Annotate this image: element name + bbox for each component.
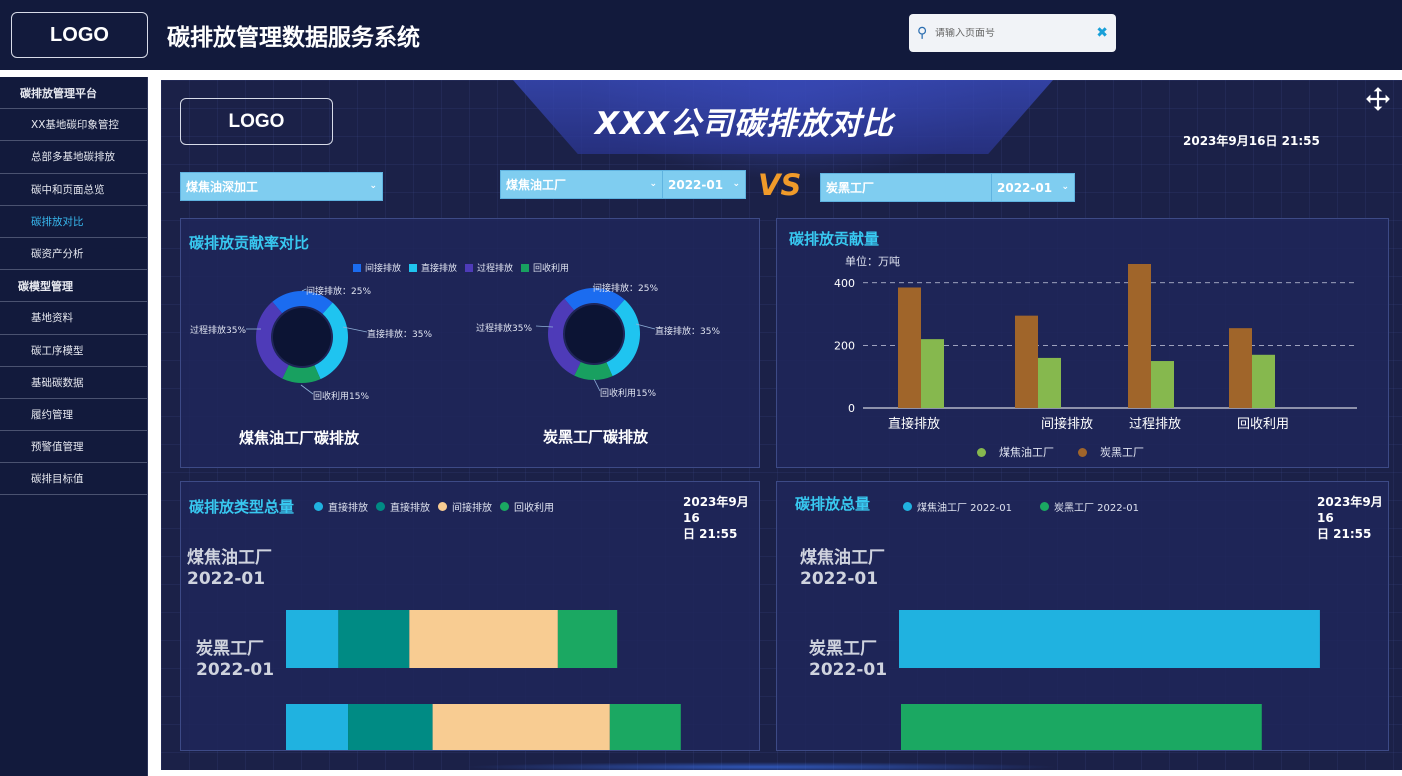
- bar: [1252, 354, 1275, 408]
- donut-hole: [273, 308, 331, 366]
- bar-segment: [557, 610, 618, 668]
- sidebar-item-emission-compare[interactable]: 碳排放对比: [0, 206, 147, 238]
- bar: [1128, 264, 1151, 408]
- bar-segment: [609, 704, 681, 750]
- bar: [1229, 328, 1252, 408]
- x-tick-label: 间接排放: [1041, 416, 1093, 432]
- chevron-down-icon: ⌄: [649, 179, 657, 189]
- sidebar-item-base-control[interactable]: XX基地碳印象管控: [0, 109, 147, 142]
- sidebar-item-compliance[interactable]: 履约管理: [0, 399, 147, 432]
- donut-left-title: 煤焦油工厂碳排放: [239, 429, 360, 447]
- bar-segment: [348, 704, 433, 750]
- contribution-rate-panel: 碳排放贡献率对比 间接排放 直接排放 过程排放 回收利用 间接排放：25% 直接…: [180, 218, 760, 468]
- total-bar-chart: 02004006008001000: [899, 610, 1320, 750]
- donut-left-label-direct: 直接排放：35%: [367, 330, 433, 340]
- y-tick-label: 200: [834, 339, 855, 352]
- process-select[interactable]: 煤焦油深加工 ⌄: [180, 172, 383, 201]
- sidebar-group-model-mgmt[interactable]: 碳模型管理: [0, 270, 147, 303]
- type-total-panel: 碳排放类型总量 直接排放 直接排放 间接排放 回收利用 2023年9月16 日 …: [180, 481, 760, 751]
- sidebar-item-asset-analysis[interactable]: 碳资产分析: [0, 238, 147, 271]
- leader-line: [300, 384, 314, 395]
- bar: [901, 704, 1262, 750]
- bar-segment: [338, 610, 410, 668]
- legend-swatch: [1078, 447, 1087, 457]
- total-panel: 碳排放总量 煤焦油工厂 2022-01 炭黑工厂 2022-01 2023年9月…: [776, 481, 1389, 751]
- right-plant-select[interactable]: 炭黑工厂: [820, 173, 992, 202]
- x-tick-label: 回收利用: [1237, 417, 1289, 432]
- process-select-value: 煤焦油深加工: [186, 180, 259, 194]
- right-period-value: 2022-01: [997, 180, 1053, 195]
- donut-right-label-recycle: 回收利用15%: [600, 389, 657, 399]
- search-icon[interactable]: ⚲: [917, 25, 935, 41]
- search-input[interactable]: [935, 27, 1097, 39]
- bar: [1015, 315, 1038, 408]
- left-plant-select[interactable]: 煤焦油工厂 ⌄: [500, 170, 663, 199]
- bar-legend: 煤焦油工厂 炭黑工厂: [977, 444, 1152, 460]
- chevron-down-icon: ⌄: [732, 179, 740, 189]
- vs-label: VS: [758, 168, 802, 202]
- clear-icon[interactable]: ✖: [1096, 25, 1108, 41]
- sidebar-item-base-data[interactable]: 基础碳数据: [0, 367, 147, 399]
- x-tick-label: 过程排放: [1129, 417, 1181, 432]
- sidebar-item-base-info[interactable]: 基地资料: [0, 302, 147, 335]
- legend-label: 炭黑工厂: [1100, 446, 1144, 459]
- sidebar-item-warning[interactable]: 预警值管理: [0, 431, 147, 464]
- right-plant-value: 炭黑工厂: [826, 181, 875, 195]
- move-icon[interactable]: [1365, 86, 1391, 112]
- top-bar: LOGO 碳排放管理数据服务系统 ⚲ ✖: [0, 0, 1402, 70]
- dashboard-title: XXX公司碳排放对比: [595, 106, 894, 142]
- y-tick-label: 400: [834, 277, 855, 290]
- bar-segment: [286, 704, 349, 750]
- x-tick-label: 直接排放: [888, 416, 940, 432]
- bar: [1038, 357, 1061, 408]
- bar-segment: [286, 610, 339, 668]
- contribution-bar-chart: 0 200 400 直接排放 间接排放 过程排放 回收利用: [834, 264, 1357, 432]
- sidebar-item-process-model[interactable]: 碳工序模型: [0, 335, 147, 367]
- chevron-down-icon: ⌄: [369, 181, 377, 191]
- app-title: 碳排放管理数据服务系统: [167, 25, 420, 51]
- donut-left-label-indirect: 间接排放：25%: [306, 287, 372, 297]
- bar-segment: [409, 610, 558, 668]
- donut-slice: [282, 365, 321, 383]
- chevron-down-icon: ⌄: [1061, 182, 1069, 192]
- donut-right-label-process: 过程排放35%: [476, 324, 533, 334]
- right-period-select[interactable]: 2022-01 ⌄: [991, 173, 1075, 202]
- donut-right-title: 炭黑工厂碳排放: [543, 428, 649, 446]
- dashboard-datetime: 2023年9月16日 21:55: [1183, 134, 1320, 148]
- sidebar: 碳排放管理平台 XX基地碳印象管控 总部多基地碳排放 碳中和页面总览 碳排放对比…: [0, 77, 148, 776]
- app-logo[interactable]: LOGO: [11, 12, 148, 58]
- y-tick-label: 0: [848, 402, 855, 415]
- type-stacked-chart: 02004006008001000: [286, 610, 681, 750]
- sidebar-item-target[interactable]: 碳排目标值: [0, 463, 147, 496]
- donut-right-label-indirect: 间接排放：25%: [593, 284, 659, 294]
- donut-left-label-process: 过程排放35%: [190, 326, 247, 336]
- legend-swatch: [977, 447, 986, 457]
- legend-label: 煤焦油工厂: [999, 446, 1054, 459]
- left-period-select[interactable]: 2022-01 ⌄: [662, 170, 746, 199]
- donut-left-label-recycle: 回收利用15%: [313, 392, 370, 402]
- bar: [899, 610, 1320, 668]
- legend-item[interactable]: 炭黑工厂: [1078, 444, 1144, 460]
- left-period-value: 2022-01: [668, 177, 724, 192]
- legend-item[interactable]: 煤焦油工厂: [977, 444, 1054, 460]
- dashboard-logo[interactable]: LOGO: [180, 98, 333, 145]
- donut-hole: [565, 305, 623, 363]
- sidebar-item-neutral-overview[interactable]: 碳中和页面总览: [0, 174, 147, 206]
- bar-segment: [432, 704, 610, 750]
- donut-slice: [574, 362, 613, 380]
- page-search: ⚲ ✖: [909, 14, 1116, 52]
- contribution-panel: 碳排放贡献量 单位：万吨 0 200 400 直接排放 间接排放 过程排放 回收利用 煤焦油…: [776, 218, 1389, 468]
- sidebar-item-hq-emission[interactable]: 总部多基地碳排放: [0, 141, 147, 174]
- bottom-glow: [461, 762, 1061, 770]
- left-plant-value: 煤焦油工厂: [506, 178, 567, 192]
- donut-right-label-direct: 直接排放：35%: [655, 327, 721, 337]
- dashboard: LOGO XXX公司碳排放对比 2023年9月16日 21:55 煤焦油深加工 …: [161, 80, 1402, 770]
- bar: [921, 339, 944, 408]
- bar: [898, 287, 921, 408]
- bar: [1151, 361, 1174, 408]
- sidebar-group-carbon-platform[interactable]: 碳排放管理平台: [0, 77, 147, 110]
